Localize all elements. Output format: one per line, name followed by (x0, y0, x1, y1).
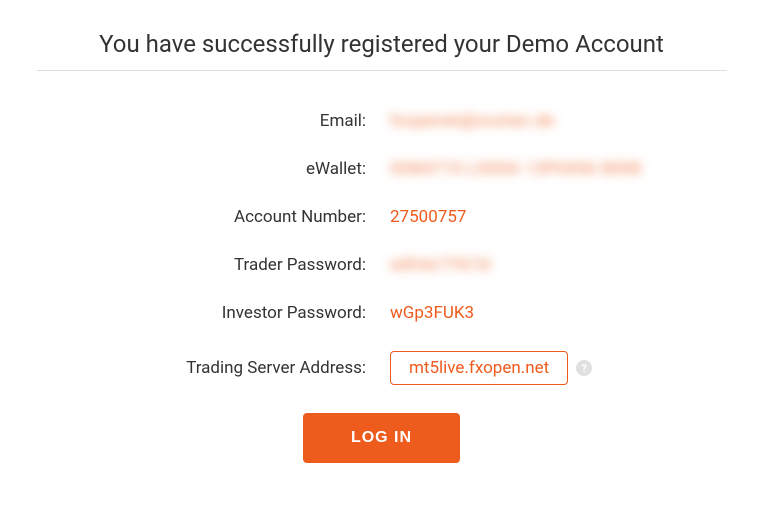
page-title: You have successfully registered your De… (37, 30, 727, 71)
investor-password-row: Investor Password: wGp3FUK3 (20, 303, 743, 323)
ewallet-value: X08AT10 LX0SA 13P0456 8008 (390, 159, 642, 179)
server-address-value[interactable]: mt5live.fxopen.net (390, 351, 568, 385)
email-row: Email: fxopenet@xostan.de (20, 111, 743, 131)
server-address-row: Trading Server Address: mt5live.fxopen.n… (20, 351, 743, 385)
account-number-value: 27500757 (390, 207, 466, 227)
account-number-label: Account Number: (20, 207, 390, 227)
investor-password-label: Investor Password: (20, 303, 390, 323)
ewallet-label: eWallet: (20, 159, 390, 179)
email-value: fxopenet@xostan.de (390, 111, 555, 131)
account-details: Email: fxopenet@xostan.de eWallet: X08AT… (20, 111, 743, 385)
trader-password-value: w8Ver7Yk7d (390, 255, 490, 275)
trader-password-label: Trader Password: (20, 255, 390, 275)
account-number-row: Account Number: 27500757 (20, 207, 743, 227)
help-icon[interactable]: ? (576, 360, 592, 376)
trader-password-row: Trader Password: w8Ver7Yk7d (20, 255, 743, 275)
email-label: Email: (20, 111, 390, 131)
server-address-label: Trading Server Address: (20, 358, 390, 378)
ewallet-row: eWallet: X08AT10 LX0SA 13P0456 8008 (20, 159, 743, 179)
login-button[interactable]: LOG IN (303, 413, 460, 463)
investor-password-value: wGp3FUK3 (390, 303, 474, 323)
